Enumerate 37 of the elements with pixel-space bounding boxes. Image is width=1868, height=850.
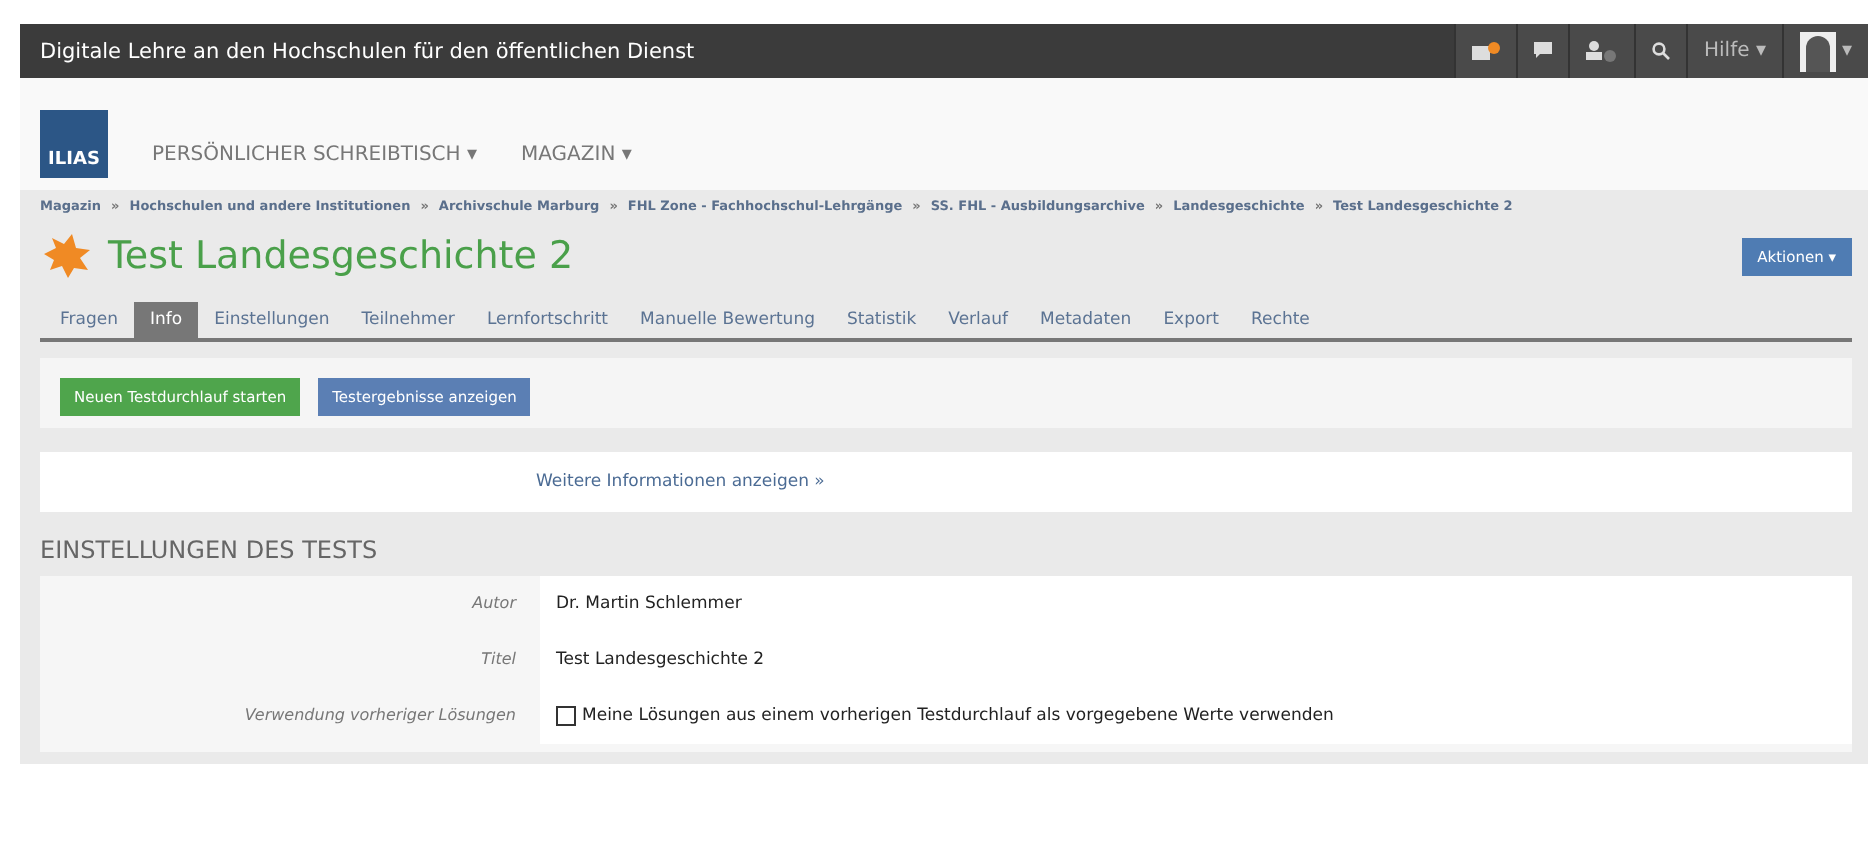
more-info-link[interactable]: Weitere Informationen anzeigen » <box>536 472 825 492</box>
site-title: Digitale Lehre an den Hochschulen für den öffentlichen Dienst <box>40 39 697 63</box>
tab[interactable]: Statistik <box>830 302 933 338</box>
mail-icon <box>1472 41 1500 61</box>
chat-icon <box>1534 42 1552 60</box>
ilias-logo[interactable]: ILIAS <box>40 110 108 178</box>
user-icon <box>1586 40 1618 62</box>
mail-button[interactable] <box>1454 24 1516 78</box>
field-value: Dr. Martin Schlemmer <box>540 576 1852 632</box>
chat-button[interactable] <box>1516 24 1568 78</box>
field-label: Autor <box>469 592 519 616</box>
tab[interactable]: Export <box>1147 302 1236 338</box>
search-button[interactable] <box>1634 24 1686 78</box>
field-value: Test Landesgeschichte 2 <box>540 632 1852 688</box>
tab[interactable]: Lernfortschritt <box>470 302 625 338</box>
main-menu-item[interactable]: PERSÖNLICHER SCHREIBTISCH ▾ <box>152 144 478 178</box>
tab[interactable]: Manuelle Bewertung <box>624 302 831 338</box>
field-label: Titel <box>479 648 518 672</box>
checkbox[interactable] <box>556 706 576 726</box>
tab[interactable]: Fragen <box>44 302 134 338</box>
avatar-icon <box>1799 31 1836 71</box>
tab[interactable]: Rechte <box>1235 302 1326 338</box>
contacts-button[interactable] <box>1568 24 1634 78</box>
tab[interactable]: Teilnehmer <box>345 302 471 338</box>
avatar-menu[interactable]: ▾ <box>1781 24 1868 78</box>
search-icon <box>1652 42 1670 60</box>
section-title: EINSTELLUNGEN DES TESTS <box>40 536 380 568</box>
tab[interactable]: Metadaten <box>1024 302 1148 338</box>
help-menu[interactable]: Hilfe ▾ <box>1686 24 1782 78</box>
main-menu-item[interactable]: MAGAZIN ▾ <box>521 144 632 178</box>
checkbox-label: Meine Lösungen aus einem vorherigen Testdurchlauf als vorgegebene Werte verwenden <box>582 706 1334 726</box>
caret-icon: ▾ <box>1841 40 1852 62</box>
tab[interactable]: Info <box>134 302 199 338</box>
page-title: Test Landesgeschichte 2 <box>108 234 576 278</box>
field-label: Verwendung vorheriger Lösungen <box>242 704 518 728</box>
tab[interactable]: Einstellungen <box>198 302 346 338</box>
tab[interactable]: Verlauf <box>932 302 1025 338</box>
